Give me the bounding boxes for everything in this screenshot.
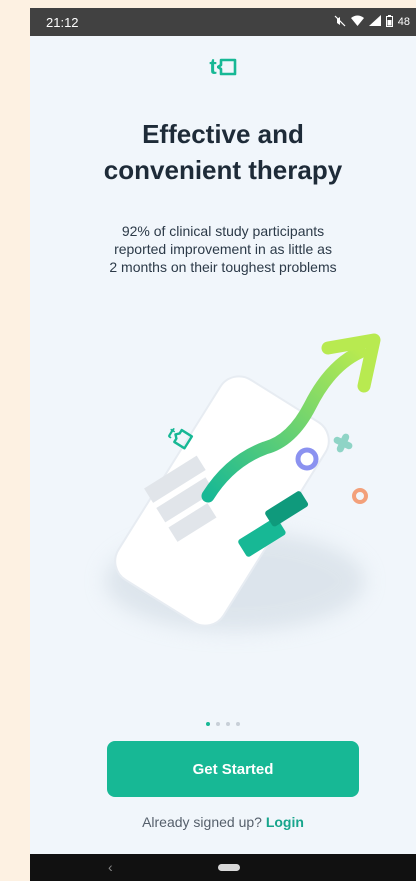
login-prompt-text: Already signed up? (142, 814, 262, 830)
phone-illustration: t (105, 375, 365, 631)
mute-icon (334, 15, 346, 30)
battery-icon (385, 14, 393, 30)
pager-dot[interactable] (236, 722, 240, 726)
login-link[interactable]: Login (266, 814, 304, 830)
status-time: 21:12 (46, 14, 79, 30)
growth-illustration: t (105, 333, 381, 631)
get-started-button[interactable]: Get Started (107, 741, 359, 797)
brand-logo: t (30, 54, 416, 80)
small-circle-decoration (352, 488, 368, 504)
pager-dot[interactable] (206, 722, 210, 726)
pager-dot[interactable] (216, 722, 220, 726)
plus-decoration (333, 433, 353, 453)
logo-bubble-icon (216, 58, 236, 76)
signal-icon (368, 15, 381, 29)
login-prompt: Already signed up? Login (30, 814, 416, 830)
status-bar: 21:12 48 (30, 8, 416, 36)
phone-screen: 21:12 48 t Effective and convenient ther… (30, 8, 416, 881)
pager-dots (30, 722, 416, 726)
headline: Effective and convenient therapy (30, 116, 416, 188)
home-pill-icon[interactable] (218, 864, 240, 871)
navigation-bar: ‹ (30, 854, 416, 881)
pager-dot[interactable] (226, 722, 230, 726)
headline-line-2: convenient therapy (103, 155, 343, 185)
headline-line-1: Effective and (142, 119, 304, 149)
wifi-icon (350, 15, 364, 29)
logo-letter: t (209, 54, 217, 79)
back-icon[interactable]: ‹ (108, 859, 113, 875)
subtitle-line-1: 92% of clinical study participants (121, 223, 325, 239)
battery-level: 48 (397, 16, 410, 28)
status-icons: 48 (334, 14, 410, 30)
